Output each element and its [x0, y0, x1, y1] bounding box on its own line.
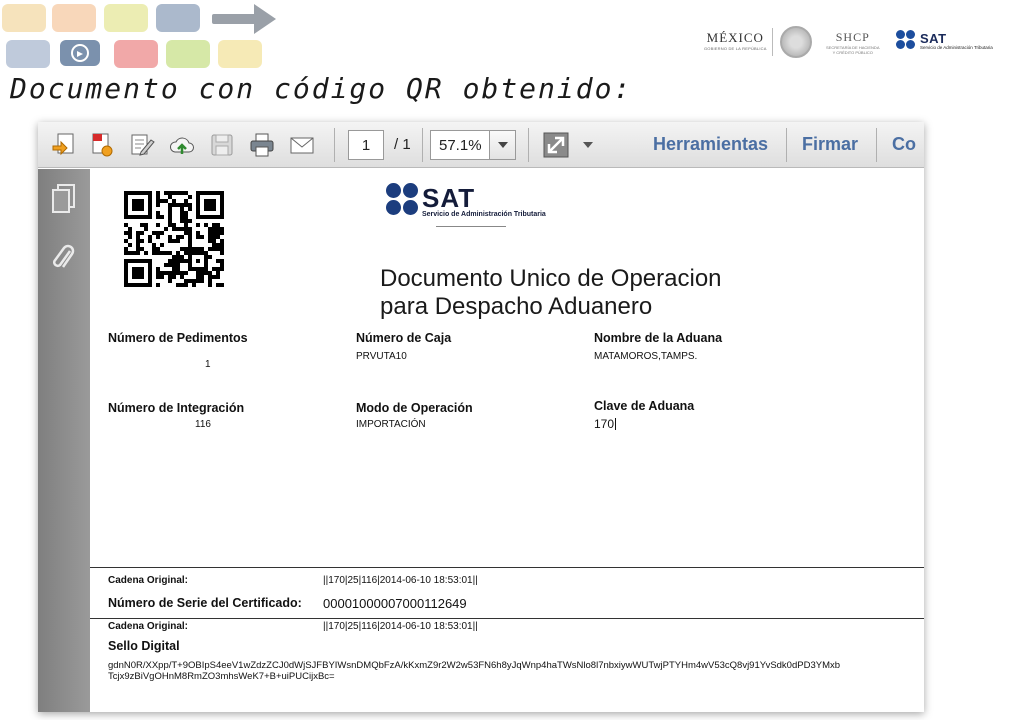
create-pdf-icon	[92, 133, 113, 157]
cadena-original-label: Cadena Original:	[108, 575, 189, 586]
attachments-button[interactable]	[50, 243, 78, 275]
open-file-button[interactable]	[50, 131, 78, 159]
divider	[90, 567, 924, 568]
document-title-line: Documento Unico de Operacion	[380, 265, 722, 292]
divider	[772, 28, 773, 56]
caja-value: PRVUTA10	[356, 351, 407, 362]
mexico-logo-text: MÉXICO	[706, 30, 764, 45]
paperclip-icon	[53, 244, 75, 268]
tile	[52, 4, 96, 32]
cadena-original-value: ||170|25|116|2014-06-10 18:53:01||	[323, 621, 478, 632]
serie-certificado-label: Número de Serie del Certificado:	[108, 596, 302, 610]
tile	[166, 40, 210, 68]
integracion-value: 116	[195, 419, 211, 430]
document-title-line: para Despacho Aduanero	[380, 293, 653, 320]
sat-dots-icon	[896, 30, 916, 50]
page-total: / 1	[394, 136, 411, 153]
national-seal-icon	[780, 26, 812, 58]
shcp-logo-text: SHCP	[835, 30, 870, 44]
cadena-original-label: Cadena Original:	[108, 621, 189, 632]
sat-logo-text: SAT	[920, 31, 947, 46]
cloud-upload-icon	[169, 137, 194, 154]
divider	[90, 618, 924, 619]
save-icon	[211, 134, 233, 156]
pdf-viewer-window: 1 / 1 57.1% Herramientas Firmar Co SAT S…	[38, 122, 924, 712]
pages-icon	[52, 184, 75, 213]
shcp-logo-sub: Y CRÉDITO PÚBLICO	[832, 50, 873, 55]
expand-icon	[543, 132, 569, 158]
chevron-down-icon	[497, 142, 508, 148]
aduana-label: Nombre de la Aduana	[594, 331, 723, 345]
shcp-logo: SHCP SECRETARÍA DE HACIENDA Y CRÉDITO PÚ…	[826, 30, 880, 55]
play-icon	[60, 40, 100, 66]
mexico-logo-sub: GOBIERNO DE LA REPÚBLICA	[704, 46, 767, 51]
integracion-label: Número de Integración	[108, 401, 245, 415]
zoom-value: 57.1%	[439, 137, 482, 154]
tile	[114, 40, 158, 68]
pedimentos-value: 1	[205, 359, 211, 370]
sello-digital-line: Tcjx9zBiVgOHnM8RmZO3mhsWeK7+B+uiPUCijxBc…	[108, 671, 335, 682]
sat-document-logo: SAT Servicio de Administración Tributari…	[386, 183, 576, 229]
arrow-shape	[212, 14, 260, 24]
text-cursor	[615, 418, 617, 430]
toolbar-divider	[422, 128, 423, 162]
viewer-toolbar: 1 / 1 57.1% Herramientas Firmar Co	[38, 122, 924, 168]
zoom-dropdown-button[interactable]	[489, 131, 515, 159]
open-file-icon	[52, 133, 74, 156]
tools-menu[interactable]: Herramientas	[653, 134, 768, 155]
caja-label: Número de Caja	[356, 331, 452, 345]
upload-cloud-button[interactable]	[168, 131, 196, 159]
sign-menu[interactable]: Firmar	[802, 134, 858, 155]
toolbar-divider	[528, 128, 529, 162]
clave-value: 170	[594, 417, 615, 431]
slide-title: Documento con código QR obtenido:	[10, 72, 633, 105]
edit-icon	[131, 134, 155, 156]
page-number-input[interactable]: 1	[348, 130, 384, 160]
edit-button[interactable]	[128, 131, 156, 159]
pedimentos-label: Número de Pedimentos	[108, 331, 248, 345]
document-page: SAT Servicio de Administración Tributari…	[90, 169, 924, 712]
sello-digital-label: Sello Digital	[108, 639, 180, 653]
zoom-select[interactable]: 57.1%	[430, 130, 516, 160]
modo-label: Modo de Operación	[356, 401, 473, 415]
government-logos: MÉXICO GOBIERNO DE LA REPÚBLICA SHCP SEC…	[700, 24, 1010, 60]
cadena-original-value: ||170|25|116|2014-06-10 18:53:01||	[323, 575, 478, 586]
tile	[156, 4, 200, 32]
clave-value-field[interactable]: 170	[594, 417, 617, 431]
divider	[436, 226, 506, 227]
sat-logo-text: SAT	[422, 183, 476, 213]
toolbar-divider	[786, 128, 787, 162]
printer-icon	[250, 133, 274, 157]
page-thumbnails-button[interactable]	[50, 183, 78, 215]
serie-certificado-value: 00001000007000112649	[323, 596, 467, 611]
email-button[interactable]	[288, 131, 316, 159]
document-title: Documento Unico de Operacion para Despac…	[380, 265, 722, 321]
modo-value: IMPORTACIÓN	[356, 419, 426, 430]
sat-logo-sub: Servicio de Administración Tributaria	[422, 211, 546, 218]
tile	[6, 40, 50, 68]
sat-logo-sub: Servicio de Administración Tributaria	[920, 45, 993, 50]
save-button[interactable]	[208, 131, 236, 159]
print-button[interactable]	[248, 131, 276, 159]
viewer-sidebar	[38, 169, 90, 712]
toolbar-divider	[876, 128, 877, 162]
sello-digital-line: gdnN0R/XXpp/T+9OBIpS4eeV1wZdzZCJ0dWjSJFB…	[108, 660, 841, 671]
envelope-icon	[290, 137, 314, 154]
tile	[218, 40, 262, 68]
fit-page-button[interactable]	[542, 131, 570, 159]
mexico-logo: MÉXICO GOBIERNO DE LA REPÚBLICA	[704, 30, 767, 51]
chevron-down-icon	[583, 142, 593, 148]
more-tools-dropdown[interactable]	[580, 131, 596, 159]
comment-menu[interactable]: Co	[892, 134, 916, 155]
create-pdf-button[interactable]	[88, 131, 116, 159]
arrow-shape	[254, 4, 276, 34]
aduana-value: MATAMOROS,TAMPS.	[594, 351, 698, 362]
tile	[2, 4, 46, 32]
qr-code	[124, 191, 224, 287]
tile	[104, 4, 148, 32]
clave-label: Clave de Aduana	[594, 399, 695, 413]
sat-dots-icon	[386, 183, 420, 217]
toolbar-divider	[334, 128, 335, 162]
